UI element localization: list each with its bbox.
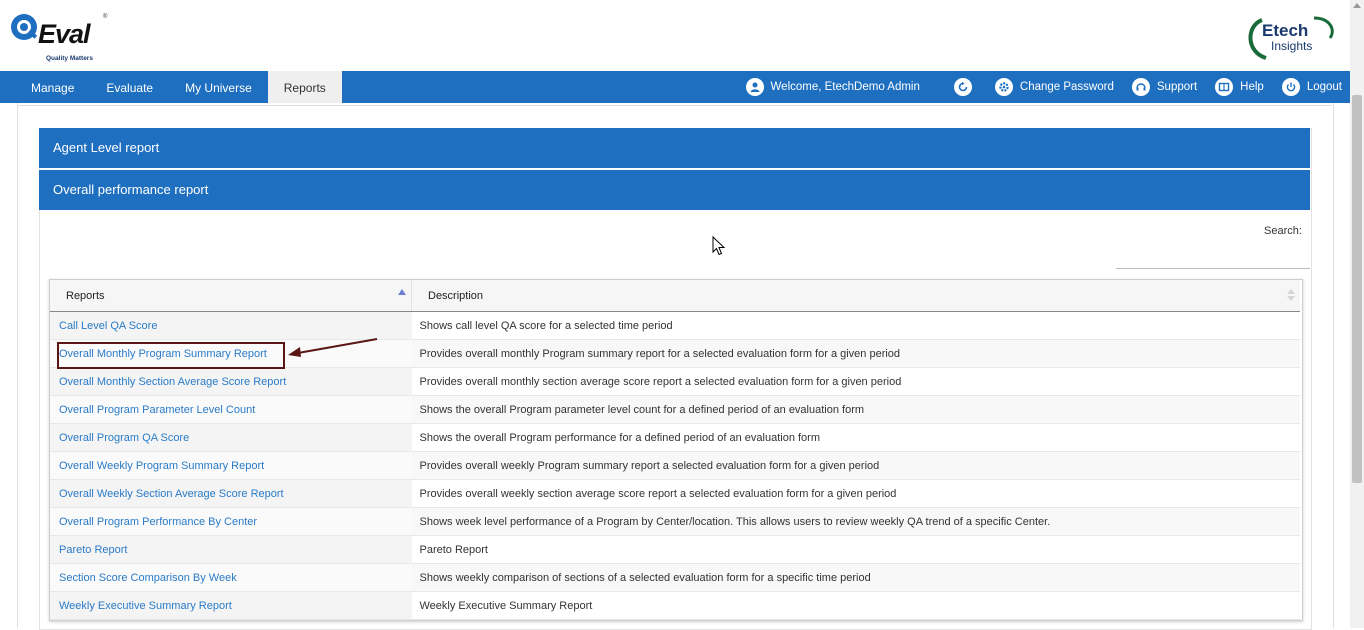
report-link-overall-weekly-program-summary[interactable]: Overall Weekly Program Summary Report	[59, 460, 264, 472]
column-header-reports[interactable]: Reports	[50, 280, 412, 312]
headset-icon	[1131, 78, 1150, 96]
report-cell: Overall Weekly Section Average Score Rep…	[50, 479, 412, 508]
etech-insights-logo[interactable]: Etech Insights	[1244, 12, 1340, 62]
report-cell: Overall Program Performance By Center	[50, 507, 412, 536]
description-cell: Provides overall weekly Program summary …	[411, 451, 1300, 480]
description-cell: Shows call level QA score for a selected…	[411, 311, 1300, 340]
table-row: Overall Monthly Section Average Score Re…	[50, 367, 1300, 396]
description-cell: Shows weekly comparison of sections of a…	[411, 563, 1300, 592]
table-row: Overall Program Parameter Level Count Sh…	[50, 395, 1300, 424]
report-cell: Overall Program QA Score	[50, 423, 412, 452]
reports-table-container: Reports Description Call Level QA Score …	[49, 279, 1303, 621]
report-cell: Call Level QA Score	[50, 311, 412, 340]
table-header-row: Reports Description	[50, 280, 1300, 312]
search-label: Search:	[1264, 225, 1302, 237]
report-link-overall-monthly-program-summary[interactable]: Overall Monthly Program Summary Report	[59, 348, 267, 360]
report-link-overall-monthly-section-average[interactable]: Overall Monthly Section Average Score Re…	[59, 376, 286, 388]
support-button[interactable]: Support	[1131, 78, 1198, 96]
report-link-overall-program-parameter-level-count[interactable]: Overall Program Parameter Level Count	[59, 404, 255, 416]
report-link-weekly-executive-summary[interactable]: Weekly Executive Summary Report	[59, 600, 232, 612]
app-header: Eval ® Quality Matters Etech Insights	[0, 0, 1350, 71]
content-frame-top	[17, 103, 1332, 106]
user-circle-icon	[745, 78, 764, 96]
nav-reports[interactable]: Reports	[267, 71, 342, 103]
description-cell: Provides overall weekly section average …	[411, 479, 1300, 508]
book-icon	[1215, 78, 1234, 96]
report-link-pareto-report[interactable]: Pareto Report	[59, 544, 127, 556]
description-cell: Weekly Executive Summary Report	[411, 591, 1300, 620]
scrollbar-thumb[interactable]	[1352, 95, 1362, 483]
table-row: Weekly Executive Summary Report Weekly E…	[50, 591, 1300, 620]
description-cell: Provides overall monthly Program summary…	[411, 339, 1300, 368]
table-row: Overall Program QA Score Shows the overa…	[50, 423, 1300, 452]
report-cell: Overall Program Parameter Level Count	[50, 395, 412, 424]
description-cell: Pareto Report	[411, 535, 1300, 564]
logout-button[interactable]: Logout	[1281, 78, 1342, 96]
report-cell: Overall Monthly Section Average Score Re…	[50, 367, 412, 396]
report-link-overall-program-qa-score[interactable]: Overall Program QA Score	[59, 432, 189, 444]
support-label: Support	[1156, 81, 1198, 93]
refresh-button[interactable]	[953, 78, 979, 96]
nav-manage[interactable]: Manage	[0, 71, 90, 103]
svg-text:Eval: Eval	[38, 19, 91, 49]
report-link-section-score-comparison-by-week[interactable]: Section Score Comparison By Week	[59, 572, 237, 584]
svg-text:®: ®	[103, 13, 108, 20]
agent-level-report-header[interactable]: Agent Level report	[39, 128, 1310, 168]
table-row: Pareto Report Pareto Report	[50, 535, 1300, 564]
reports-table: Reports Description Call Level QA Score …	[50, 280, 1300, 620]
table-row: Overall Weekly Program Summary Report Pr…	[50, 451, 1300, 480]
nav-evaluate[interactable]: Evaluate	[90, 71, 169, 103]
table-row: Call Level QA Score Shows call level QA …	[50, 311, 1300, 340]
description-cell: Shows the overall Program parameter leve…	[411, 395, 1300, 424]
report-link-overall-weekly-section-average[interactable]: Overall Weekly Section Average Score Rep…	[59, 488, 284, 500]
main-nav: Manage Evaluate My Universe Reports Welc…	[0, 71, 1350, 103]
column-header-description-label: Description	[428, 289, 484, 302]
report-cell: Overall Weekly Program Summary Report	[50, 451, 412, 480]
report-cell: Overall Monthly Program Summary Report	[50, 339, 412, 368]
report-link-call-level-qa-score[interactable]: Call Level QA Score	[59, 320, 157, 332]
sort-ascending-icon	[398, 289, 406, 295]
help-label: Help	[1240, 81, 1264, 93]
description-cell: Provides overall monthly section average…	[411, 367, 1300, 396]
scroll-up-arrow-icon[interactable]	[1353, 3, 1361, 8]
etech-logo-text: Etech	[1262, 21, 1308, 40]
report-cell: Weekly Executive Summary Report	[50, 591, 412, 620]
search-input[interactable]	[1116, 248, 1310, 269]
change-password-label: Change Password	[1019, 81, 1114, 93]
overall-performance-report-header[interactable]: Overall performance report	[39, 170, 1310, 210]
welcome-label: Welcome, EtechDemo Admin	[770, 81, 920, 93]
change-password-button[interactable]: Change Password	[994, 78, 1114, 96]
page-scrollbar[interactable]	[1350, 0, 1364, 628]
sort-both-icon	[1287, 289, 1295, 303]
description-cell: Shows the overall Program performance fo…	[411, 423, 1300, 452]
nav-my-universe[interactable]: My Universe	[169, 71, 268, 103]
description-cell: Shows week level performance of a Progra…	[411, 507, 1300, 536]
table-row: Overall Monthly Program Summary Report P…	[50, 339, 1300, 368]
power-icon	[1281, 78, 1300, 96]
column-header-reports-label: Reports	[66, 289, 105, 302]
refresh-icon	[953, 78, 972, 96]
gear-icon	[994, 78, 1013, 96]
report-link-overall-program-performance-by-center[interactable]: Overall Program Performance By Center	[59, 516, 257, 528]
column-header-description[interactable]: Description	[411, 280, 1300, 312]
insights-logo-text: Insights	[1271, 39, 1312, 53]
table-row: Section Score Comparison By Week Shows w…	[50, 563, 1300, 592]
report-cell: Section Score Comparison By Week	[50, 563, 412, 592]
table-row: Overall Weekly Section Average Score Rep…	[50, 479, 1300, 508]
welcome-user[interactable]: Welcome, EtechDemo Admin	[745, 78, 920, 96]
qeval-logo[interactable]: Eval ® Quality Matters	[8, 10, 108, 64]
report-cell: Pareto Report	[50, 535, 412, 564]
help-button[interactable]: Help	[1215, 78, 1264, 96]
qeval-tagline: Quality Matters	[46, 55, 93, 62]
table-row: Overall Program Performance By Center Sh…	[50, 507, 1300, 536]
logout-label: Logout	[1306, 81, 1342, 93]
